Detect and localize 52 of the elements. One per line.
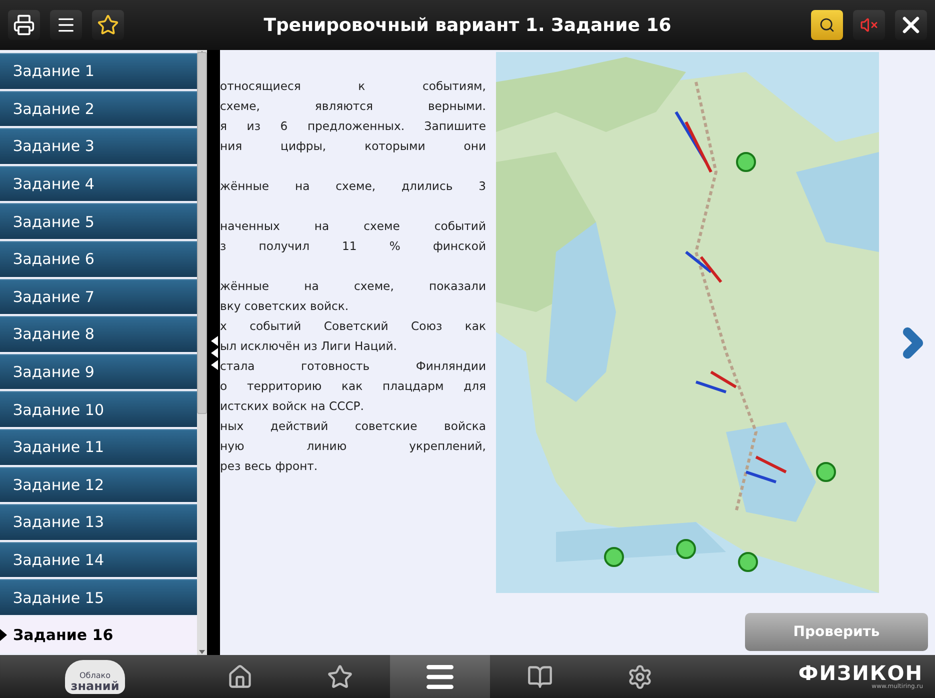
task-item[interactable]: Задание 1 [0, 53, 198, 89]
star-icon [327, 664, 353, 690]
search-button[interactable] [811, 10, 843, 40]
print-button[interactable] [8, 10, 40, 40]
sound-button[interactable] [853, 10, 885, 40]
logo[interactable]: Облако знаний [65, 660, 125, 694]
task-text-line: ную линию укреплений, [220, 438, 486, 455]
collapse-arrows-icon[interactable] [210, 336, 218, 370]
task-text-line: истских войск на СССР. [220, 398, 365, 415]
close-button[interactable] [895, 10, 927, 40]
task-item[interactable]: Задание 10 [0, 391, 198, 427]
task-item[interactable]: Задание 5 [0, 203, 198, 239]
nav-button[interactable] [390, 655, 490, 698]
task-item[interactable]: Задание 7 [0, 278, 198, 314]
task-text-line: вку советских войск. [220, 298, 350, 315]
task-item[interactable]: Задание 8 [0, 316, 198, 352]
task-text-line: х событий Советский Союз как [220, 318, 486, 335]
window-title: Тренировочный вариант 1. Задание 16 [262, 14, 672, 36]
current-marker-icon [0, 628, 7, 641]
task-item[interactable]: Задание 9 [0, 354, 198, 390]
task-text-line: я из 6 предложенных. Запишите [220, 118, 486, 135]
search-icon [819, 17, 835, 33]
task-item[interactable]: Задание 3 [0, 128, 198, 164]
task-item[interactable]: Задание 16 [0, 616, 198, 652]
task-text-line: жённые на схеме, показали [220, 278, 486, 295]
task-text-line: ния цифры, которыми они [220, 138, 486, 155]
task-item[interactable]: Задание 2 [0, 90, 198, 126]
task-text-line: ных действий советские войска [220, 418, 486, 435]
task-text-line: относящиеся к событиям, [220, 78, 486, 95]
task-item[interactable]: Задание 13 [0, 504, 198, 540]
home-icon [227, 664, 253, 690]
favorite-button[interactable] [92, 10, 124, 40]
task-text-line: о территорию как плацдарм для [220, 378, 486, 395]
task-text-line: ыл исключён из Лиги Наций. [220, 338, 398, 355]
task-item[interactable]: Задание 14 [0, 542, 198, 578]
gear-icon [627, 664, 653, 690]
task-item[interactable]: Задание 11 [0, 428, 198, 465]
book-icon [527, 664, 553, 690]
task-text-line: наченных на схеме событий [220, 218, 486, 235]
brand-logo: ФИЗИКОН [798, 663, 923, 683]
task-text-line: схеме, являются верными. [220, 98, 486, 115]
task-item[interactable]: Задание 15 [0, 579, 198, 615]
grid-menu-button[interactable] [50, 10, 82, 40]
task-item[interactable]: Задание 6 [0, 240, 198, 277]
task-item[interactable]: Задание 4 [0, 166, 198, 202]
task-text-line: стала готовность Финляндии [220, 358, 486, 375]
task-text-line: з получил 11 % финской [220, 238, 486, 255]
scrollbar[interactable] [197, 50, 208, 655]
task-item[interactable]: Задание 12 [0, 466, 198, 502]
muted-speaker-icon [860, 16, 878, 34]
task-text-line: жённые на схеме, длились 3 [220, 178, 486, 195]
task-text-line: рез весь фронт. [220, 458, 319, 475]
